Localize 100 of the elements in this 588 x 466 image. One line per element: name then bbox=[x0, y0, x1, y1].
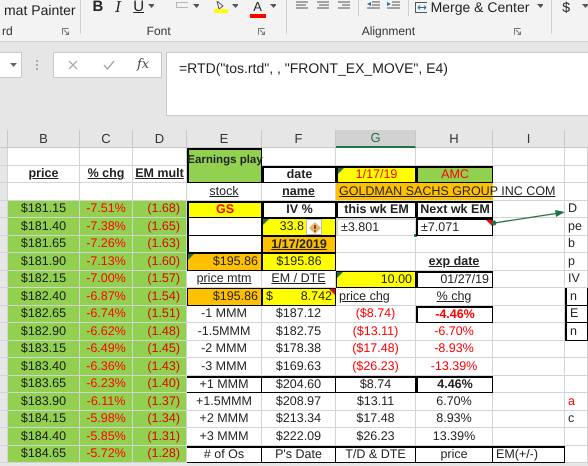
spreadsheet-cell[interactable]: ±7.071 bbox=[416, 218, 493, 236]
row-header[interactable] bbox=[0, 340, 8, 358]
spreadsheet-cell[interactable] bbox=[187, 236, 262, 253]
spreadsheet-cell[interactable]: $181.65 bbox=[8, 236, 80, 253]
spreadsheet-cell[interactable]: $183.65 bbox=[8, 376, 80, 393]
caret-icon[interactable] bbox=[10, 63, 17, 67]
row-header[interactable] bbox=[0, 306, 8, 323]
column-header[interactable]: E bbox=[187, 130, 262, 148]
spreadsheet-cell[interactable]: $195.86 bbox=[187, 253, 262, 270]
row-header[interactable] bbox=[0, 270, 8, 288]
spreadsheet-cell[interactable]: $178.38 bbox=[262, 340, 336, 358]
row-header[interactable] bbox=[0, 446, 8, 463]
column-header[interactable]: I bbox=[493, 130, 565, 148]
caret-icon[interactable] bbox=[582, 4, 588, 8]
row-header[interactable] bbox=[0, 323, 8, 340]
format-painter-button[interactable]: mat Painter bbox=[4, 1, 78, 19]
spreadsheet-cell[interactable]: $26.23 bbox=[336, 428, 416, 446]
spreadsheet-cell[interactable]: $182.40 bbox=[8, 288, 80, 306]
spreadsheet-cell[interactable]: $184.15 bbox=[8, 410, 80, 428]
spreadsheet-cell[interactable]: # of Os bbox=[187, 446, 262, 463]
spreadsheet-cell[interactable]: -6.70% bbox=[416, 323, 493, 340]
row-header[interactable] bbox=[0, 183, 8, 200]
spreadsheet-cell[interactable]: $182.90 bbox=[8, 323, 80, 340]
spreadsheet-cell[interactable]: a bbox=[565, 393, 588, 410]
italic-button[interactable]: I bbox=[115, 0, 122, 15]
spreadsheet-cell[interactable]: $222.09 bbox=[262, 428, 336, 446]
spreadsheet-cell[interactable]: price bbox=[8, 166, 80, 183]
spreadsheet-cell[interactable]: n bbox=[565, 323, 588, 340]
spreadsheet-cell[interactable]: -1 MMM bbox=[187, 306, 262, 323]
spreadsheet-cell[interactable]: $195.86 bbox=[187, 288, 262, 306]
caret-icon[interactable] bbox=[537, 4, 544, 8]
row-header[interactable] bbox=[0, 393, 8, 410]
spreadsheet-cell[interactable]: GS bbox=[187, 200, 262, 218]
spreadsheet-cell[interactable]: 1/17/2019 bbox=[262, 236, 336, 253]
spreadsheet-cell[interactable]: 13.39% bbox=[416, 428, 493, 446]
spreadsheet-cell[interactable]: b bbox=[565, 236, 588, 253]
spreadsheet-cell[interactable] bbox=[187, 218, 262, 236]
insert-function-button[interactable]: fx bbox=[137, 55, 150, 75]
borders-icon[interactable] bbox=[176, 2, 188, 8]
spreadsheet-cell[interactable]: -4.46% bbox=[416, 306, 493, 323]
spreadsheet-cell[interactable]: p bbox=[565, 253, 588, 270]
spreadsheet-cell[interactable]: $213.34 bbox=[262, 410, 336, 428]
enter-icon[interactable] bbox=[103, 60, 115, 70]
row-header[interactable] bbox=[0, 358, 8, 376]
drag-handle-icon[interactable] bbox=[36, 60, 38, 70]
spreadsheet-cell[interactable]: -2 MMM bbox=[187, 340, 262, 358]
column-header[interactable]: D bbox=[133, 130, 187, 148]
row-header[interactable] bbox=[0, 148, 8, 166]
caret-icon[interactable] bbox=[193, 4, 199, 8]
align-left-icon[interactable] bbox=[296, 1, 308, 9]
spreadsheet-cell[interactable]: $17.48 bbox=[336, 410, 416, 428]
column-header[interactable]: F bbox=[262, 130, 336, 148]
spreadsheet-cell[interactable]: $169.63 bbox=[262, 358, 336, 376]
spreadsheet-cell[interactable]: ($26.23) bbox=[336, 358, 416, 376]
spreadsheet-cell[interactable]: $183.40 bbox=[8, 358, 80, 376]
currency-format-button[interactable]: $ bbox=[562, 0, 570, 15]
spreadsheet-cell[interactable]: EM mult bbox=[133, 166, 187, 183]
column-header[interactable]: C bbox=[80, 130, 133, 148]
spreadsheet-cell[interactable]: 33.8 bbox=[262, 218, 336, 236]
select-all-corner[interactable] bbox=[0, 130, 8, 148]
spreadsheet-cell[interactable]: 1/17/19 bbox=[336, 166, 416, 183]
row-header[interactable] bbox=[0, 218, 8, 236]
spreadsheet-cell[interactable]: ($13.11) bbox=[336, 323, 416, 340]
column-header[interactable] bbox=[565, 130, 588, 148]
spreadsheet-cell[interactable]: $13.11 bbox=[336, 393, 416, 410]
name-box[interactable] bbox=[0, 52, 22, 78]
underline-button[interactable]: U bbox=[133, 0, 144, 15]
spreadsheet-cell[interactable]: +1.5MMM bbox=[187, 393, 262, 410]
spreadsheet-cell[interactable]: -8.93% bbox=[416, 340, 493, 358]
spreadsheet-cell[interactable]: ($17.48) bbox=[336, 340, 416, 358]
warning-icon[interactable] bbox=[306, 218, 322, 235]
spreadsheet-cell[interactable]: n bbox=[565, 288, 588, 306]
fill-color-icon[interactable] bbox=[214, 1, 228, 13]
caret-icon[interactable] bbox=[270, 4, 276, 8]
spreadsheet-cell[interactable]: 8.93% bbox=[416, 410, 493, 428]
column-header[interactable]: H bbox=[416, 130, 493, 148]
spreadsheet-cell[interactable]: $195.86 bbox=[262, 253, 336, 270]
spreadsheet-cell[interactable]: c bbox=[565, 410, 588, 428]
spreadsheet-cell[interactable]: $183.90 bbox=[8, 393, 80, 410]
spreadsheet-cell[interactable]: % chg bbox=[80, 166, 133, 183]
spreadsheet-cell[interactable]: $181.90 bbox=[8, 253, 80, 270]
spreadsheet-cell[interactable]: D bbox=[565, 200, 588, 218]
bold-button[interactable]: B bbox=[92, 0, 104, 15]
spreadsheet-cell[interactable]: E bbox=[565, 306, 588, 323]
row-header[interactable] bbox=[0, 288, 8, 306]
spreadsheet-cell[interactable]: -3 MMM bbox=[187, 358, 262, 376]
row-header[interactable] bbox=[0, 428, 8, 446]
spreadsheet-cell[interactable]: $8.74 bbox=[336, 376, 416, 393]
spreadsheet-cell[interactable]: ($8.74) bbox=[336, 306, 416, 323]
cancel-icon[interactable] bbox=[68, 60, 78, 70]
merge-cells-icon[interactable] bbox=[414, 2, 427, 12]
spreadsheet-cell[interactable]: 10.00 bbox=[336, 270, 416, 288]
align-center-icon[interactable] bbox=[317, 1, 330, 9]
spreadsheet-cell[interactable]: $204.60 bbox=[262, 376, 336, 393]
font-color-button[interactable]: A bbox=[253, 0, 262, 14]
spreadsheet-cell[interactable]: $182.75 bbox=[262, 323, 336, 340]
row-header[interactable] bbox=[0, 376, 8, 393]
spreadsheet-cell[interactable]: $ 8.742 bbox=[262, 288, 336, 306]
spreadsheet-cell[interactable]: EM(+/-) bbox=[493, 446, 565, 463]
spreadsheet-cell[interactable]: IV bbox=[565, 270, 588, 288]
